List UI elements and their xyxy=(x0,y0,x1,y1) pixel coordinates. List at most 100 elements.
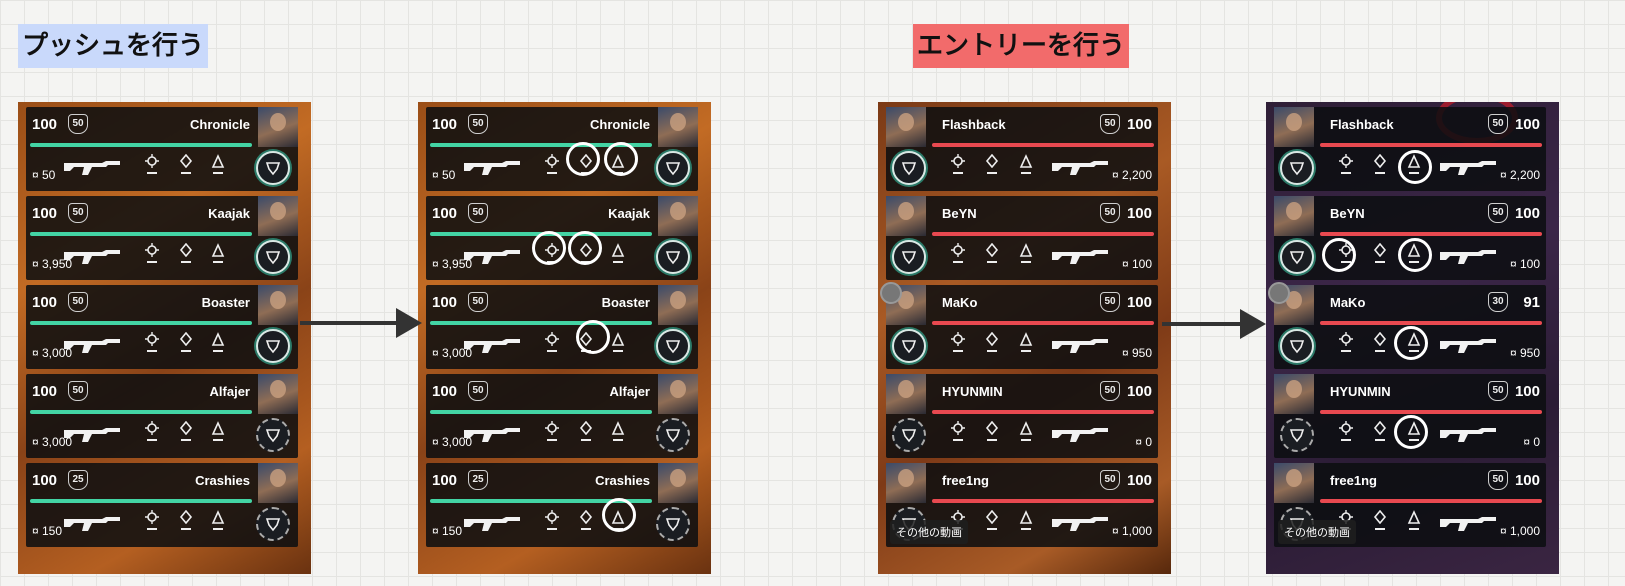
ultimate-icon xyxy=(1280,329,1314,363)
ultimate-icon xyxy=(656,329,690,363)
agent-portrait xyxy=(258,463,298,503)
credits-value: ¤ 2,200 xyxy=(1499,168,1540,182)
health-bar xyxy=(1320,232,1542,236)
rifle-icon xyxy=(1438,157,1500,182)
ultimate-icon xyxy=(1280,151,1314,185)
agent-portrait xyxy=(1274,196,1314,236)
player-name: Chronicle xyxy=(590,117,650,132)
ultimate-icon xyxy=(256,507,290,541)
player-name: Alfajer xyxy=(209,384,250,399)
health-bar xyxy=(932,410,1154,414)
health-value: 100 xyxy=(32,294,58,311)
spike-carrier-icon xyxy=(880,282,902,304)
credits-value: ¤ 3,950 xyxy=(432,257,473,271)
ability-icon xyxy=(144,332,160,358)
ultimate-icon xyxy=(256,151,290,185)
agent-portrait xyxy=(886,196,926,236)
agent-portrait xyxy=(1274,107,1314,147)
heading-entry: エントリーを行う xyxy=(913,24,1130,68)
agent-portrait xyxy=(658,196,698,236)
spike-carrier-icon xyxy=(1268,282,1290,304)
health-value: 100 xyxy=(1514,472,1540,489)
ability-icon xyxy=(1018,510,1034,536)
ultimate-icon xyxy=(1280,240,1314,274)
player-name: HYUNMIN xyxy=(1330,384,1391,399)
credits-value: ¤ 3,000 xyxy=(432,435,473,449)
ability-icon xyxy=(610,243,626,269)
ability-icon xyxy=(210,421,226,447)
more-videos-label[interactable]: その他の動画 xyxy=(1278,520,1356,544)
agent-portrait xyxy=(258,285,298,325)
highlight-circle xyxy=(1398,238,1432,272)
ability-icon xyxy=(1338,332,1354,358)
player-name: Alfajer xyxy=(609,384,650,399)
health-value: 100 xyxy=(432,205,458,222)
armor-value: 50 xyxy=(468,203,488,223)
player-row: 100 50 Alfajer ¤ 3,000 xyxy=(26,374,298,458)
health-bar xyxy=(932,321,1154,325)
armor-value: 25 xyxy=(468,470,488,490)
credits-value: ¤ 3,000 xyxy=(32,435,73,449)
ultimate-icon xyxy=(892,418,926,452)
player-name: Boaster xyxy=(601,295,650,310)
credits-value: ¤ 100 xyxy=(1509,257,1540,271)
ability-icon xyxy=(1372,510,1388,536)
armor-value: 50 xyxy=(468,114,488,134)
ability-icon xyxy=(950,332,966,358)
more-videos-label[interactable]: その他の動画 xyxy=(890,520,968,544)
health-bar xyxy=(1320,499,1542,503)
armor-value: 50 xyxy=(1100,470,1120,490)
ability-icon xyxy=(984,154,1000,180)
armor-value: 30 xyxy=(1488,292,1508,312)
highlight-circle xyxy=(568,231,602,265)
health-bar xyxy=(430,410,652,414)
health-value: 100 xyxy=(32,116,58,133)
credits-value: ¤ 1,000 xyxy=(1499,524,1540,538)
ability-icon xyxy=(950,421,966,447)
ability-icon xyxy=(144,510,160,536)
ability-icon xyxy=(178,510,194,536)
agent-portrait xyxy=(658,285,698,325)
rifle-icon xyxy=(62,157,124,182)
ultimate-icon xyxy=(656,151,690,185)
player-row: 100 50 Kaajak ¤ 3,950 xyxy=(26,196,298,280)
health-bar xyxy=(30,321,252,325)
ability-icon xyxy=(178,154,194,180)
health-value: 100 xyxy=(432,116,458,133)
player-name: Kaajak xyxy=(208,206,250,221)
agent-portrait xyxy=(886,107,926,147)
armor-value: 50 xyxy=(68,292,88,312)
player-row: 100 50 HYUNMIN ¤ 0 xyxy=(886,374,1158,458)
player-name: Crashies xyxy=(195,473,250,488)
ability-icon xyxy=(144,154,160,180)
armor-value: 50 xyxy=(1488,114,1508,134)
rifle-icon xyxy=(1438,335,1500,360)
highlight-circle xyxy=(1394,326,1428,360)
ultimate-icon xyxy=(656,507,690,541)
ability-icon xyxy=(1406,510,1422,536)
ultimate-icon xyxy=(256,329,290,363)
ability-icon xyxy=(544,421,560,447)
agent-portrait xyxy=(886,463,926,503)
credits-value: ¤ 1,000 xyxy=(1111,524,1152,538)
ability-icon xyxy=(1338,421,1354,447)
ability-icon xyxy=(178,332,194,358)
ability-icon xyxy=(544,510,560,536)
armor-value: 50 xyxy=(468,381,488,401)
credits-value: ¤ 0 xyxy=(1523,435,1540,449)
player-name: HYUNMIN xyxy=(942,384,1003,399)
ability-icon xyxy=(984,510,1000,536)
health-bar xyxy=(30,143,252,147)
ability-icon xyxy=(144,421,160,447)
rifle-icon xyxy=(1050,335,1112,360)
ultimate-icon xyxy=(892,329,926,363)
scoreboard-push-before: 100 50 Chronicle ¤ 50 100 50 Kaajak ¤ 3,950 100 5… xyxy=(18,102,311,574)
ability-icon xyxy=(1372,154,1388,180)
rifle-icon xyxy=(1050,424,1112,449)
ability-icon xyxy=(178,421,194,447)
armor-value: 50 xyxy=(1488,381,1508,401)
health-value: 100 xyxy=(1514,383,1540,400)
armor-value: 50 xyxy=(1100,292,1120,312)
scoreboard-push-after: 100 50 Chronicle ¤ 50 100 50 Kaajak ¤ 3,950 100 5… xyxy=(418,102,711,574)
ability-icon xyxy=(544,154,560,180)
